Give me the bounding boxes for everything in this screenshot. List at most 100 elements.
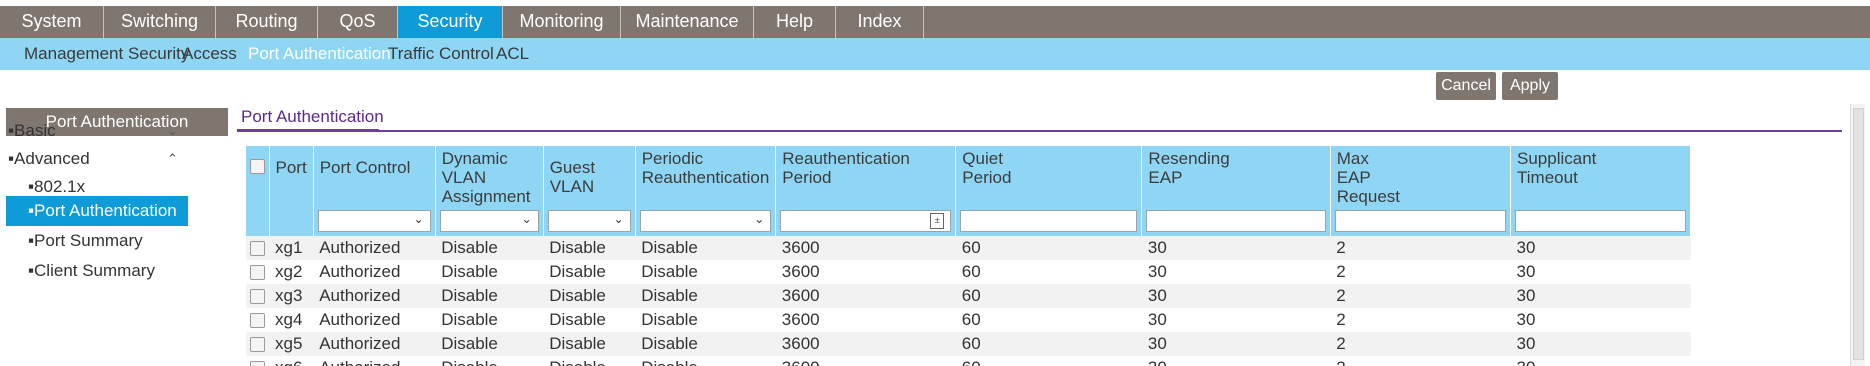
- column-header-periodic-reauthentication[interactable]: Periodic Reauthentication: [635, 146, 777, 206]
- filter-cell: ⌄: [543, 206, 636, 236]
- table-row[interactable]: xg2 Authorized Disable Disable Disable 3…: [246, 260, 1691, 284]
- table-cell: Disable: [435, 308, 544, 332]
- table-cell: xg3: [269, 284, 314, 308]
- table-cell: Authorized: [313, 236, 436, 260]
- periodic-reauthentication-filter-select[interactable]: ⌄: [639, 210, 772, 232]
- table-cell: 60: [955, 308, 1142, 332]
- tab-maintenance[interactable]: Maintenance: [621, 6, 754, 38]
- table-cell: Disable: [635, 308, 776, 332]
- table-cell: xg5: [269, 332, 314, 356]
- section-title: Port Authentication: [241, 107, 384, 126]
- table-cell: Authorized: [313, 260, 436, 284]
- subnav-port-authentication[interactable]: Port Authentication: [248, 38, 391, 70]
- column-header-max-eap-request[interactable]: Max EAP Request: [1330, 146, 1512, 206]
- sidebar-item-advanced[interactable]: ▪Advanced ⌃: [8, 144, 188, 174]
- table-row[interactable]: xg6 Authorized Disable Disable Disable 3…: [246, 356, 1691, 366]
- sidebar-item-port-authentication[interactable]: ▪Port Authentication: [6, 196, 188, 226]
- column-header-port-control[interactable]: Port Control: [313, 146, 436, 206]
- table-cell: xg1: [269, 236, 314, 260]
- guest-vlan-filter-select[interactable]: ⌄: [547, 210, 631, 232]
- table-cell: 2: [1330, 236, 1511, 260]
- table-cell: 30: [1141, 332, 1331, 356]
- filter-cell: ⌄: [635, 206, 777, 236]
- table-cell: 2: [1330, 308, 1511, 332]
- tab-routing[interactable]: Routing: [216, 6, 318, 38]
- tab-monitoring[interactable]: Monitoring: [503, 6, 621, 38]
- sidebar-item-label: Port Authentication: [34, 201, 177, 220]
- sidebar-item-port-summary[interactable]: ▪Port Summary: [28, 226, 188, 256]
- select-all-checkbox[interactable]: [250, 159, 265, 175]
- row-checkbox[interactable]: [250, 265, 265, 281]
- tab-qos[interactable]: QoS: [318, 6, 398, 38]
- table-cell: xg6: [269, 356, 314, 366]
- reauthentication-period-filter-input[interactable]: ±: [780, 210, 952, 232]
- tab-index[interactable]: Index: [836, 6, 924, 38]
- table-cell: Disable: [543, 332, 636, 356]
- top-navigation: System Switching Routing QoS Security Mo…: [0, 0, 1870, 38]
- supplicant-timeout-filter-input[interactable]: [1515, 210, 1687, 232]
- vertical-scrollbar[interactable]: [1850, 104, 1865, 366]
- row-checkbox[interactable]: [250, 361, 265, 366]
- sidebar-item-label: Port Summary: [34, 231, 143, 250]
- dynamic-vlan-filter-select[interactable]: ⌄: [439, 210, 539, 232]
- table-cell: 3600: [775, 356, 956, 366]
- resending-eap-filter-input[interactable]: [1146, 210, 1326, 232]
- tab-help[interactable]: Help: [754, 6, 836, 38]
- table-cell: Authorized: [313, 308, 436, 332]
- table-cell: Disable: [635, 260, 776, 284]
- table-cell: Disable: [635, 284, 776, 308]
- subnav-traffic-control[interactable]: Traffic Control: [388, 38, 494, 70]
- filter-cell: ±: [775, 206, 957, 236]
- calculator-icon[interactable]: ±: [930, 213, 945, 229]
- quiet-period-filter-input[interactable]: [960, 210, 1138, 232]
- max-eap-request-filter-input[interactable]: [1334, 210, 1507, 232]
- row-checkbox[interactable]: [250, 241, 265, 257]
- table-row[interactable]: xg5 Authorized Disable Disable Disable 3…: [246, 332, 1691, 356]
- table-cell: 60: [955, 332, 1142, 356]
- table-cell: 30: [1510, 332, 1691, 356]
- column-header-supplicant-timeout[interactable]: Supplicant Timeout: [1510, 146, 1692, 206]
- table-cell: 2: [1330, 356, 1511, 366]
- table-cell: 30: [1141, 308, 1331, 332]
- row-checkbox[interactable]: [250, 337, 265, 353]
- row-select-cell: [246, 236, 269, 260]
- column-header-port[interactable]: Port: [269, 146, 314, 206]
- table-cell: 30: [1510, 308, 1691, 332]
- tab-switching[interactable]: Switching: [104, 6, 216, 38]
- row-checkbox[interactable]: [250, 313, 265, 329]
- tab-security[interactable]: Security: [398, 6, 503, 38]
- table-cell: 60: [955, 284, 1142, 308]
- select-all-header: [246, 146, 270, 206]
- apply-button[interactable]: Apply: [1502, 72, 1558, 100]
- table-cell: Disable: [543, 236, 636, 260]
- table-cell: 30: [1141, 284, 1331, 308]
- row-select-cell: [246, 356, 269, 366]
- sidebar-item-client-summary[interactable]: ▪Client Summary: [28, 256, 188, 286]
- subnav-management-security[interactable]: Management Security: [24, 38, 189, 70]
- table-cell: 30: [1141, 260, 1331, 284]
- chevron-down-icon: ⌄: [613, 212, 624, 226]
- table-row[interactable]: xg4 Authorized Disable Disable Disable 3…: [246, 308, 1691, 332]
- table-cell: Disable: [543, 260, 636, 284]
- column-header-quiet-period[interactable]: Quiet Period: [955, 146, 1143, 206]
- cancel-button[interactable]: Cancel: [1436, 72, 1496, 100]
- subnav-access[interactable]: Access: [182, 38, 237, 70]
- column-header-guest-vlan[interactable]: Guest VLAN: [543, 146, 636, 206]
- port-control-filter-select[interactable]: ⌄: [317, 210, 431, 232]
- row-checkbox[interactable]: [250, 289, 265, 305]
- scrollbar-thumb[interactable]: [1853, 108, 1864, 360]
- sidebar-item-basic[interactable]: ▪Basic ⌄: [8, 116, 188, 146]
- table-cell: Authorized: [313, 356, 436, 366]
- table-cell: Disable: [543, 284, 636, 308]
- column-header-dynamic-vlan-assignment[interactable]: Dynamic VLAN Assignment: [435, 146, 544, 206]
- subnav-acl[interactable]: ACL: [496, 38, 529, 70]
- row-select-cell: [246, 332, 269, 356]
- table-cell: xg4: [269, 308, 314, 332]
- column-header-reauthentication-period[interactable]: Reauthentication Period: [775, 146, 957, 206]
- table-cell: 60: [955, 356, 1142, 366]
- filter-cell: [955, 206, 1143, 236]
- tab-system[interactable]: System: [0, 6, 104, 38]
- table-row[interactable]: xg1 Authorized Disable Disable Disable 3…: [246, 236, 1691, 260]
- table-row[interactable]: xg3 Authorized Disable Disable Disable 3…: [246, 284, 1691, 308]
- column-header-resending-eap[interactable]: Resending EAP: [1141, 146, 1331, 206]
